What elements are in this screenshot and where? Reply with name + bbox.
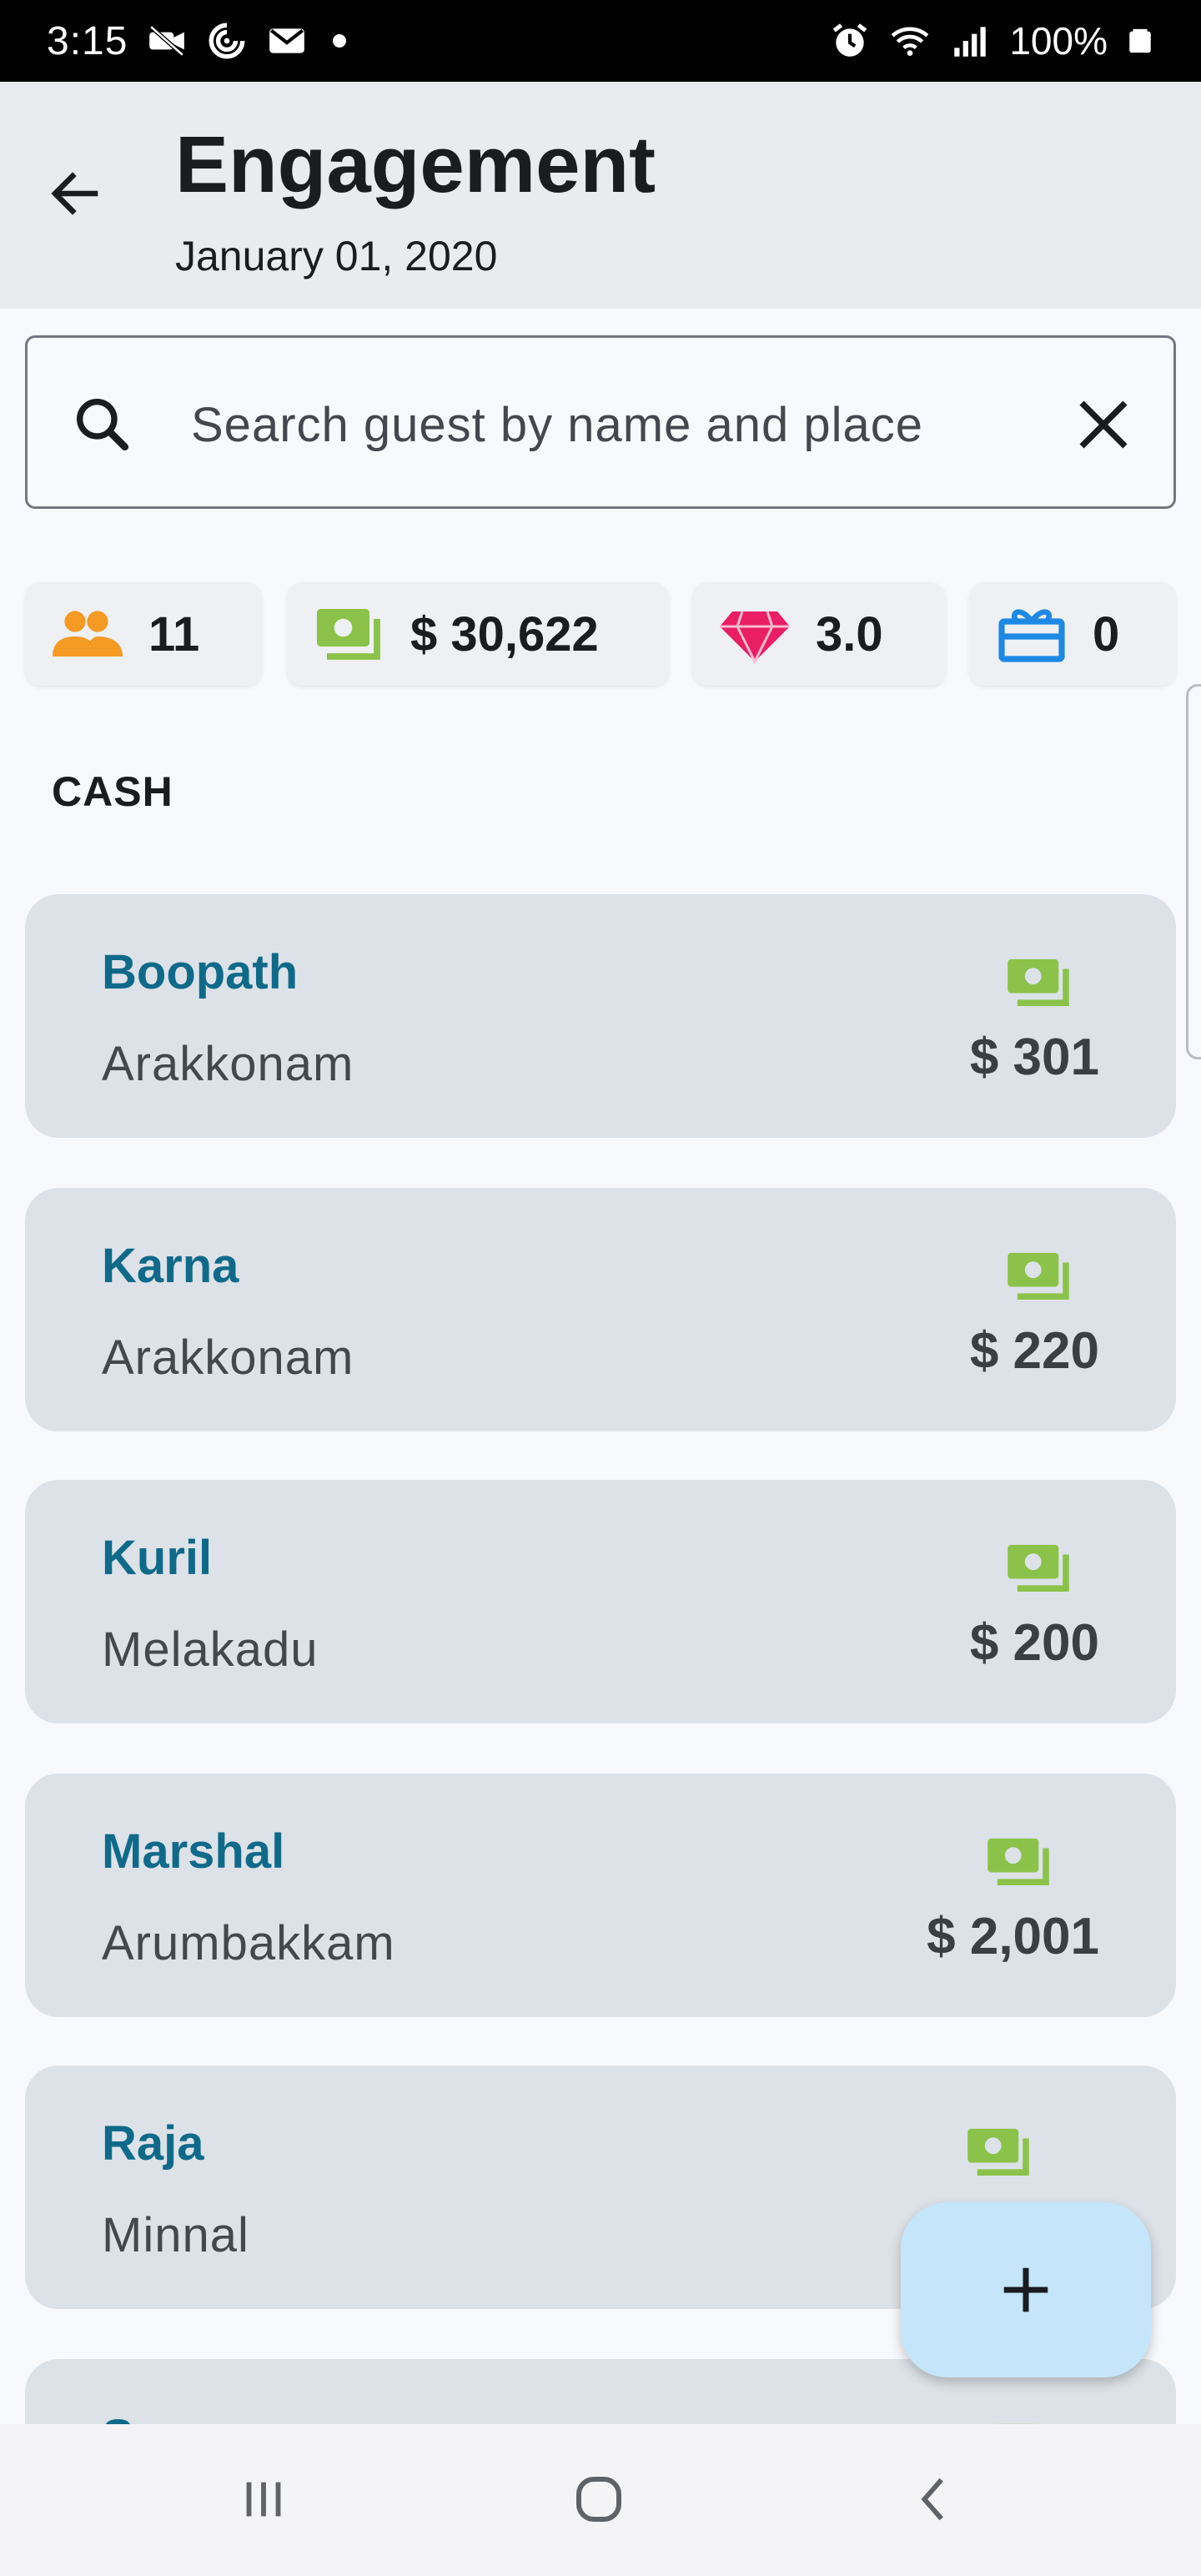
search-box: [25, 335, 1176, 509]
guest-card[interactable]: Karna Arakkonam $ 220: [25, 1188, 1176, 1431]
guest-place: Arakkonam: [102, 1037, 354, 1091]
guest-count-chip[interactable]: 11: [25, 582, 262, 686]
status-left: 3:15: [47, 18, 347, 64]
gift-count-chip[interactable]: 0: [969, 582, 1176, 686]
guest-name: Karna: [102, 1239, 239, 1293]
back-icon: [921, 2478, 943, 2521]
cash-icon: [987, 1838, 1049, 1885]
add-guest-button[interactable]: [901, 2202, 1151, 2377]
back-nav-button[interactable]: [892, 2466, 976, 2533]
cash-total-chip[interactable]: $ 30,622: [287, 582, 669, 686]
app-screen: 3:15 100% Engagement January 01, 2020 Se…: [0, 0, 1201, 2576]
guest-card[interactable]: Marshal Arumbakkam $ 2,001: [25, 1774, 1176, 2017]
video-off-icon: [149, 25, 185, 57]
signal-icon: [954, 27, 987, 57]
sync-icon: [209, 23, 245, 59]
cash-icon: [1008, 1544, 1069, 1592]
guest-place: Minnal: [102, 2208, 249, 2262]
notification-dot-icon: [333, 34, 347, 48]
guest-count-value: 11: [148, 606, 200, 662]
guest-card[interactable]: Boopath Arakkonam $ 301: [25, 894, 1176, 1138]
guest-name: Marshal: [102, 1824, 285, 1879]
search-icon: [77, 399, 129, 450]
guest-card[interactable]: Kuril Melakadu $ 200: [25, 1480, 1176, 1723]
guest-place: Arakkonam: [102, 1331, 354, 1385]
battery-icon: [1129, 28, 1151, 53]
page-title: Engagement: [175, 120, 656, 209]
cash-icon: [317, 609, 380, 660]
system-nav-bar: [0, 2424, 1201, 2576]
recent-apps-icon: [246, 2482, 281, 2517]
cash-icon: [1008, 1252, 1069, 1300]
gold-total-value: 3.0: [816, 606, 883, 662]
scroll-indicator[interactable]: [1186, 684, 1201, 1059]
guest-amount: $ 220: [969, 1322, 1099, 1380]
guest-place: Melakadu: [102, 1623, 319, 1677]
wifi-icon: [891, 27, 929, 56]
home-icon: [576, 2477, 621, 2522]
status-right: 100%: [829, 18, 1154, 63]
mail-icon: [269, 28, 305, 53]
recent-apps-button[interactable]: [222, 2466, 305, 2533]
section-label-cash: CASH: [52, 768, 173, 815]
search-input[interactable]: [191, 388, 1025, 461]
cash-icon: [1008, 958, 1069, 1006]
guest-amount: $ 2,001: [927, 1908, 1099, 1965]
diamond-icon: [720, 611, 790, 665]
guest-amount: $ 301: [969, 1029, 1099, 1086]
back-button[interactable]: [42, 160, 108, 227]
cash-icon: [967, 2128, 1029, 2176]
cash-total-value: $ 30,622: [410, 606, 599, 662]
gift-icon: [998, 609, 1065, 662]
status-bar: 3:15 100%: [0, 0, 1201, 82]
guest-name: Kuril: [102, 1531, 213, 1585]
guest-name: Boopath: [102, 945, 299, 999]
battery-percent: 100%: [1009, 19, 1108, 63]
people-icon: [53, 611, 123, 657]
home-button[interactable]: [557, 2466, 641, 2533]
gold-total-chip[interactable]: 3.0: [692, 582, 946, 686]
guest-amount: $ 200: [969, 1614, 1099, 1672]
guest-place: Arumbakkam: [102, 1916, 395, 1970]
gift-count-value: 0: [1093, 606, 1120, 662]
page-subtitle-date: January 01, 2020: [175, 233, 498, 279]
alarm-icon: [833, 23, 867, 57]
close-icon[interactable]: [1070, 391, 1137, 458]
plus-icon: [1003, 2267, 1048, 2312]
guest-name: Raja: [102, 2116, 204, 2171]
status-time: 3:15: [47, 18, 128, 63]
arrow-left-icon: [51, 172, 98, 215]
